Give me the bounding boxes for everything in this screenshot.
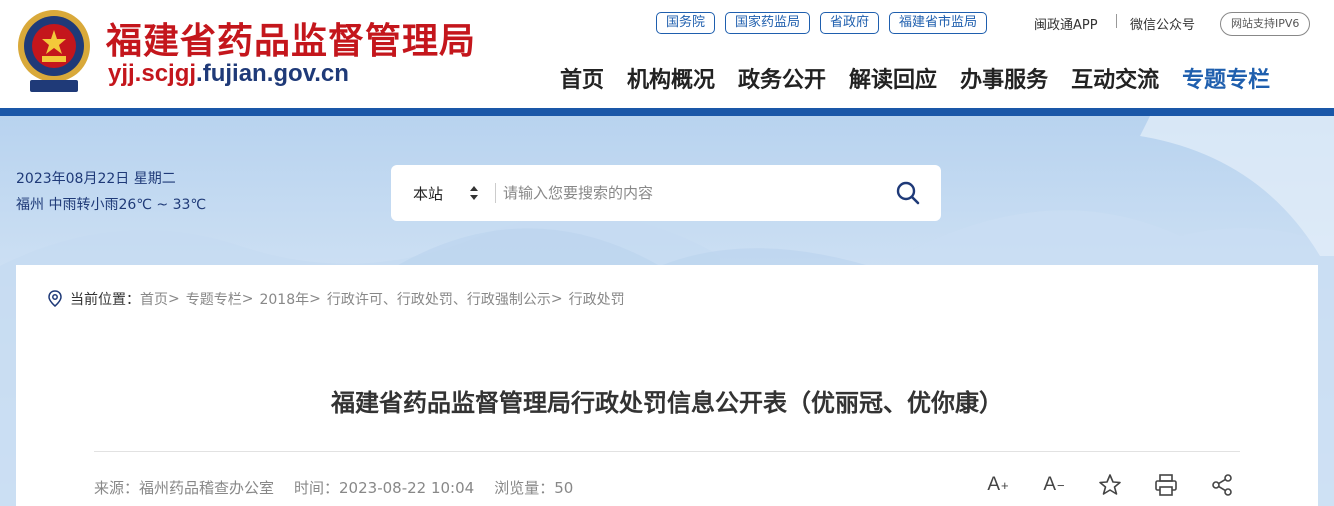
app-link[interactable]: 闽政通APP: [1034, 14, 1098, 33]
top-divider: [1116, 14, 1117, 28]
top-links: 国务院 国家药监局 省政府 福建省市监局: [656, 12, 988, 34]
header-accent-bar: [0, 108, 1334, 116]
top-link-market-supervision[interactable]: 福建省市监局: [889, 12, 988, 34]
article-meta: 来源：福州药品稽查办公室 时间：2023-08-22 10:04 浏览量：50: [94, 477, 573, 498]
search-box: 本站: [391, 165, 941, 221]
breadcrumb-penalty[interactable]: 行政处罚: [569, 289, 625, 309]
content-card: 当前位置： 首页 > 专题专栏 > 2018年 > 行政许可、行政处罚、行政强制公示 >…: [16, 265, 1318, 506]
share-icon[interactable]: [1210, 473, 1234, 497]
breadcrumb-2018[interactable]: 2018年: [259, 289, 309, 309]
breadcrumb-disclosure[interactable]: 行政许可、行政处罚、行政强制公示: [327, 289, 551, 309]
search-scope-select[interactable]: 本站: [413, 183, 443, 204]
title-divider: [94, 451, 1240, 452]
nav-about[interactable]: 机构概况: [627, 62, 715, 94]
location-pin-icon: [48, 290, 62, 307]
emblem-logo-icon: [18, 10, 90, 92]
site-header: 福建省药品监督管理局 yjj.scjgj.fujian.gov.cn 国务院 国…: [0, 0, 1334, 108]
weather-info: 福州 中雨转小雨26℃ ~ 33℃: [16, 197, 207, 213]
top-link-provincial-gov[interactable]: 省政府: [820, 12, 880, 34]
nav-home[interactable]: 首页: [560, 62, 604, 94]
breadcrumb-separator: >: [168, 291, 180, 307]
nav-interpretation[interactable]: 解读回应: [849, 62, 937, 94]
current-date: 2023年08月22日 星期二: [16, 171, 176, 187]
breadcrumb-separator: >: [309, 291, 321, 307]
top-link-nmpa[interactable]: 国家药监局: [725, 12, 811, 34]
domain-prefix: yjj.scjgj: [108, 60, 197, 87]
nav-special-topics[interactable]: 专题专栏: [1182, 62, 1270, 94]
breadcrumb-prefix: 当前位置：: [70, 292, 140, 308]
article-source: 来源：福州药品稽查办公室: [94, 479, 275, 497]
article-title: 福建省药品监督管理局行政处罚信息公开表（优丽冠、优你康）: [331, 389, 1003, 417]
breadcrumb: 当前位置： 首页 > 专题专栏 > 2018年 > 行政许可、行政处罚、行政强制公示 >…: [46, 289, 625, 309]
site-domain: yjj.scjgj.fujian.gov.cn: [108, 60, 349, 88]
article-views: 浏览量：50: [494, 479, 574, 497]
breadcrumb-separator: >: [241, 291, 254, 307]
main-nav: 首页 机构概况 政务公开 解读回应 办事服务 互动交流 专题专栏: [560, 62, 1270, 94]
star-icon[interactable]: [1098, 473, 1122, 497]
nav-gov-affairs[interactable]: 政务公开: [738, 62, 826, 94]
site-title[interactable]: 福建省药品监督管理局: [106, 12, 476, 64]
article-tools: A + A −: [986, 473, 1234, 497]
breadcrumb-separator: >: [550, 291, 563, 307]
wechat-link[interactable]: 微信公众号: [1130, 14, 1195, 33]
font-decrease-icon[interactable]: A −: [1042, 473, 1066, 497]
breadcrumb-home[interactable]: 首页: [140, 289, 168, 309]
nav-interaction[interactable]: 互动交流: [1071, 62, 1159, 94]
font-increase-icon[interactable]: A +: [986, 473, 1010, 497]
search-divider: [495, 183, 496, 203]
search-input[interactable]: [503, 179, 883, 207]
print-icon[interactable]: [1154, 473, 1178, 497]
domain-suffix: .fujian.gov.cn: [196, 60, 349, 87]
sort-arrows-icon[interactable]: [469, 184, 479, 202]
nav-services[interactable]: 办事服务: [960, 62, 1048, 94]
search-icon[interactable]: [895, 180, 921, 206]
top-link-state-council[interactable]: 国务院: [656, 12, 716, 34]
breadcrumb-special-topics[interactable]: 专题专栏: [186, 289, 242, 309]
ipv6-badge: 网站支持IPV6: [1220, 12, 1311, 36]
article-time: 时间：2023-08-22 10:04: [294, 479, 475, 497]
